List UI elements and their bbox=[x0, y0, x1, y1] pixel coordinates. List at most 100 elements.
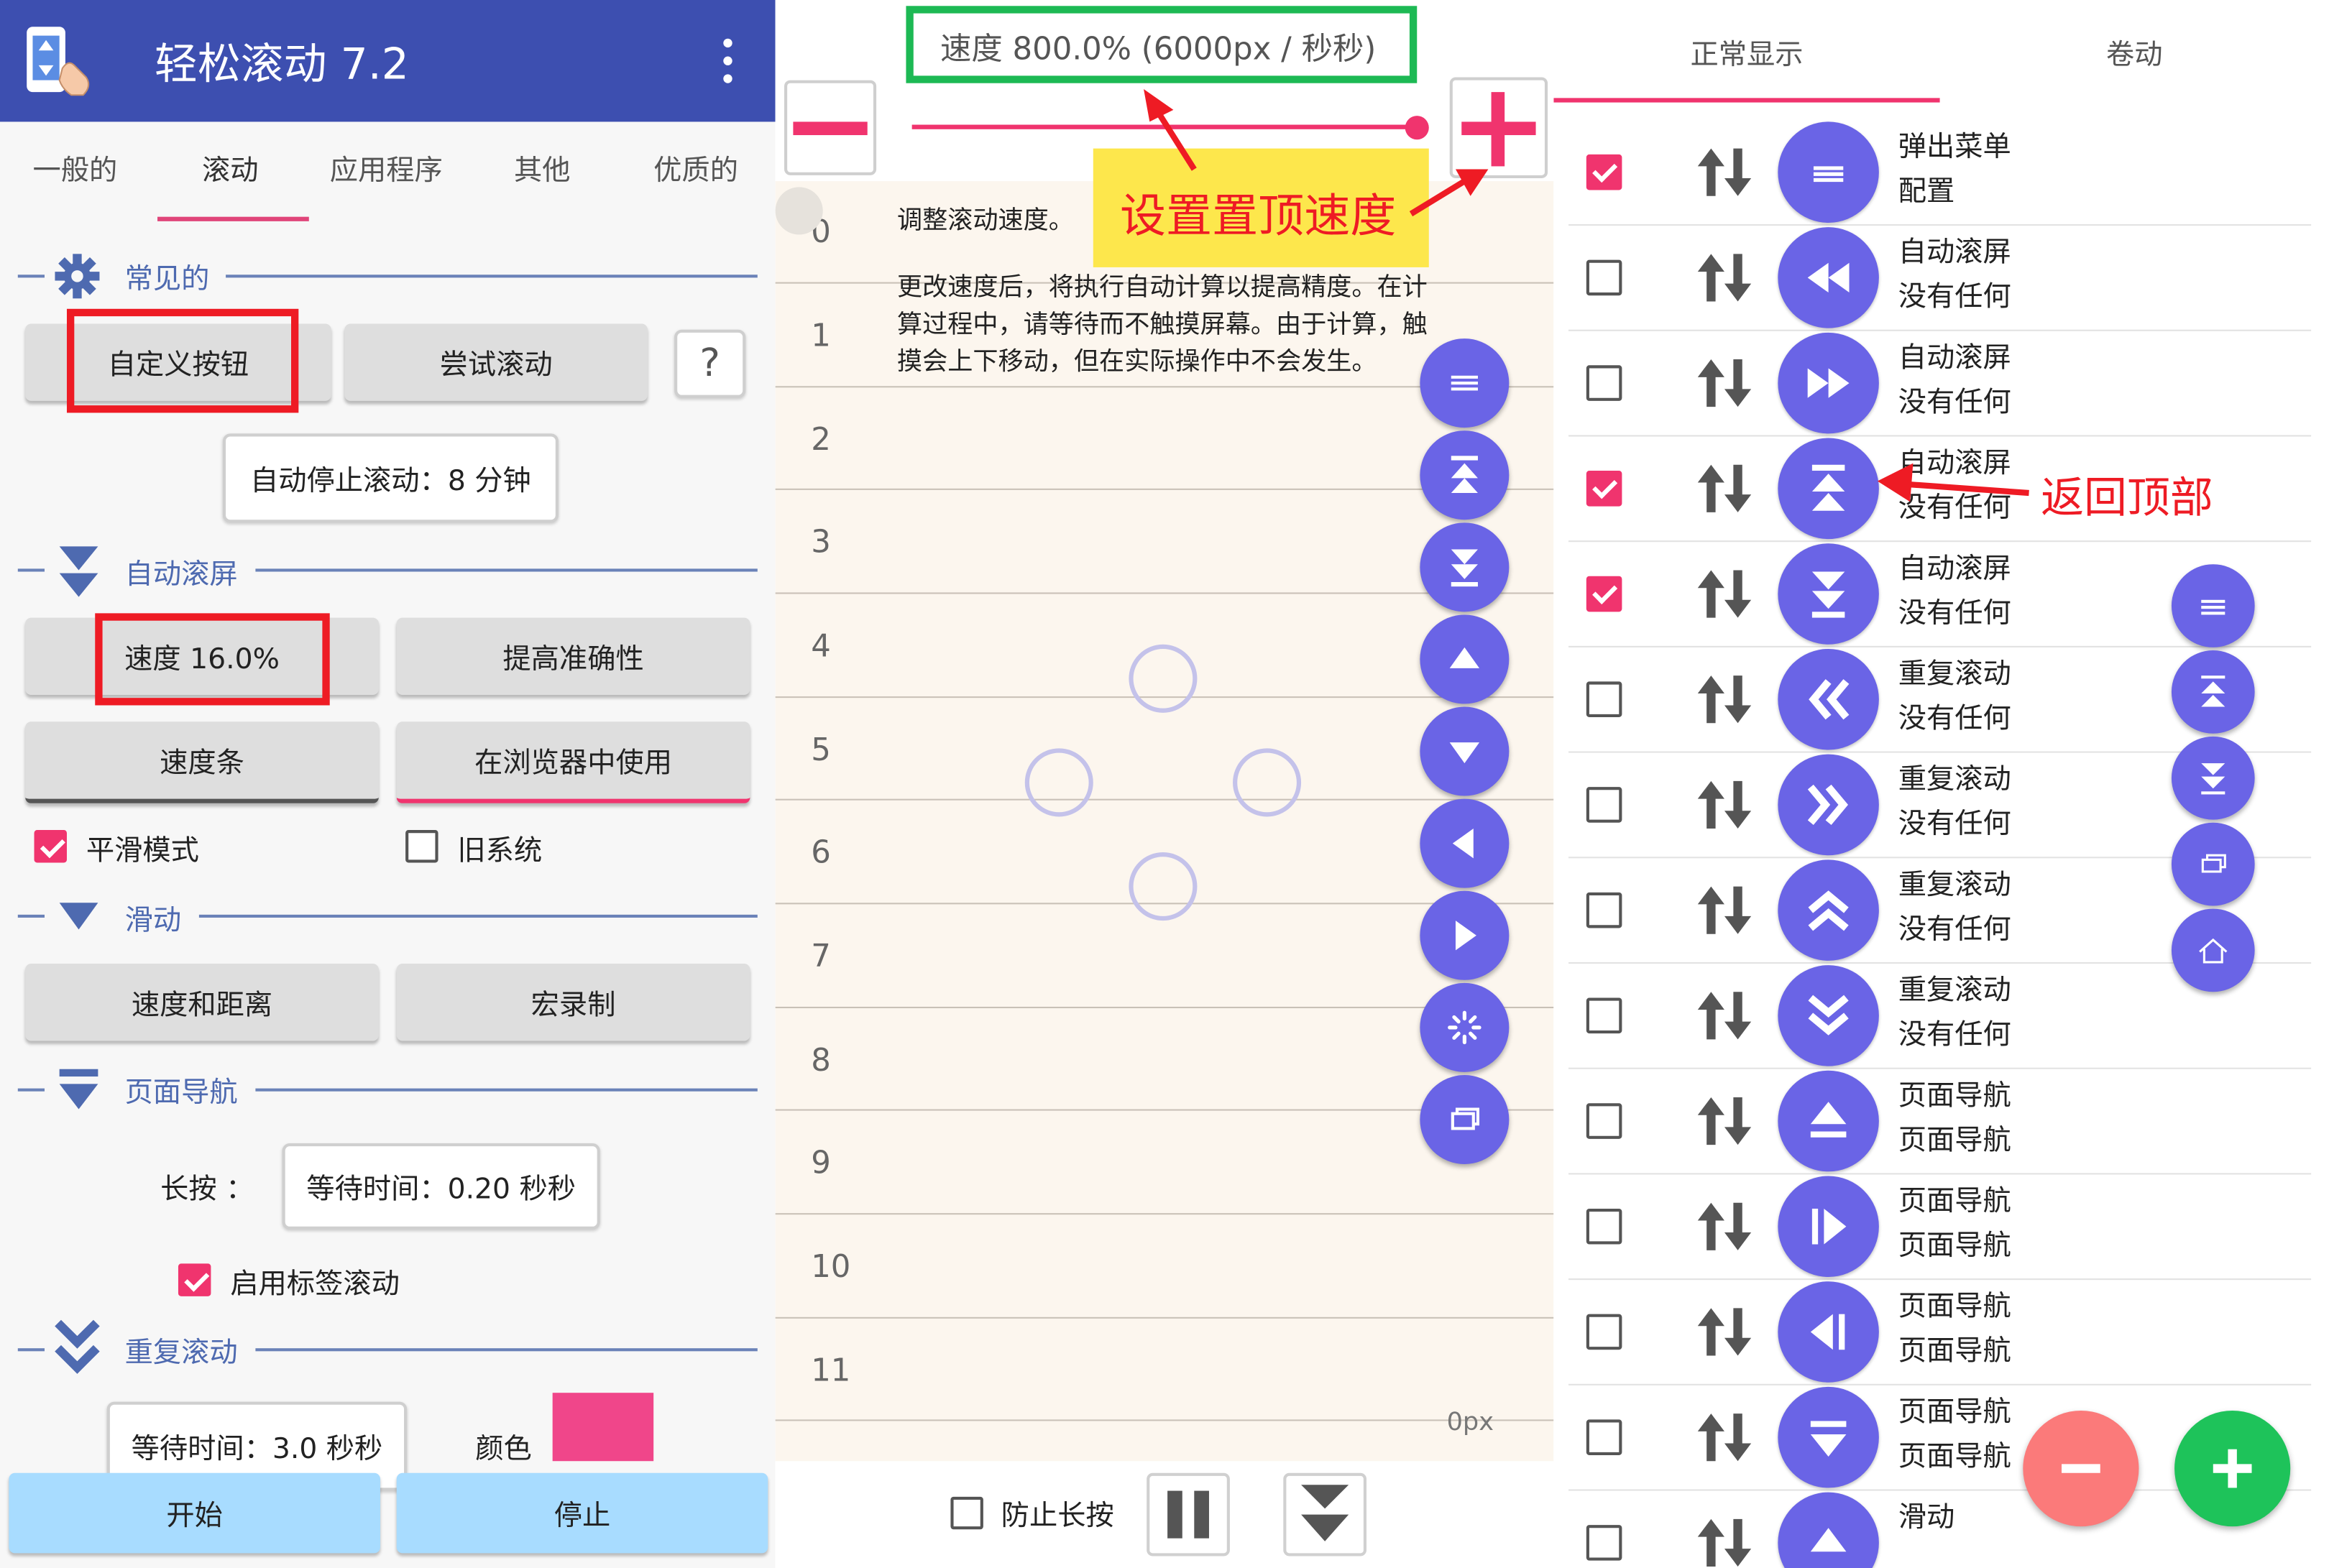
reorder-icon[interactable] bbox=[1696, 1094, 1753, 1148]
speed-bar-button[interactable]: 速度条 bbox=[25, 721, 379, 803]
row-number: 4 bbox=[811, 628, 831, 664]
floating-loading-button[interactable] bbox=[1420, 982, 1510, 1072]
row-enable-checkbox[interactable] bbox=[1586, 1208, 1622, 1245]
row-button-preview[interactable] bbox=[1778, 1281, 1879, 1383]
floating-down-button[interactable] bbox=[1420, 706, 1510, 796]
preview-home-button[interactable] bbox=[2171, 908, 2255, 992]
app-logo-icon bbox=[21, 24, 98, 101]
row-enable-checkbox[interactable] bbox=[1586, 1314, 1622, 1350]
row-button-preview[interactable] bbox=[1778, 965, 1879, 1066]
button-config-row[interactable]: 页面导航 页面导航 bbox=[1553, 1173, 2329, 1281]
floating-menu-button[interactable] bbox=[1420, 338, 1510, 428]
tab-premium[interactable]: 优质的 bbox=[653, 149, 738, 189]
row-button-preview[interactable] bbox=[1778, 648, 1879, 750]
row-button-preview[interactable] bbox=[1778, 438, 1879, 540]
row-enable-checkbox[interactable] bbox=[1586, 471, 1622, 507]
row-enable-checkbox[interactable] bbox=[1586, 1419, 1622, 1455]
row-enable-checkbox[interactable] bbox=[1586, 1103, 1622, 1139]
row-button-preview[interactable] bbox=[1778, 227, 1879, 328]
decrease-speed-button[interactable] bbox=[784, 80, 877, 175]
reorder-icon[interactable] bbox=[1696, 778, 1753, 831]
floating-left-button[interactable] bbox=[1420, 798, 1510, 888]
row-action-label: 页面导航 bbox=[1898, 1396, 2011, 1429]
reorder-icon[interactable] bbox=[1696, 356, 1753, 410]
tab-apps[interactable]: 应用程序 bbox=[330, 149, 443, 189]
reorder-icon[interactable] bbox=[1696, 1411, 1753, 1464]
speed-distance-button[interactable]: 速度和距离 bbox=[25, 964, 379, 1041]
floating-window-button[interactable] bbox=[1420, 1075, 1510, 1164]
start-button[interactable]: 开始 bbox=[9, 1472, 380, 1554]
reorder-icon[interactable] bbox=[1696, 462, 1753, 515]
page-prev-icon bbox=[1810, 1314, 1845, 1350]
row-button-preview[interactable] bbox=[1778, 1176, 1879, 1278]
add-button[interactable] bbox=[2174, 1410, 2291, 1527]
row-enable-checkbox[interactable] bbox=[1586, 154, 1622, 190]
wait-time-button[interactable]: 等待时间：0.20 秒秒 bbox=[282, 1143, 600, 1230]
reorder-icon[interactable] bbox=[1696, 673, 1753, 726]
row-enable-checkbox[interactable] bbox=[1586, 892, 1622, 928]
preview-window-button[interactable] bbox=[2171, 822, 2255, 906]
button-config-row[interactable]: 页面导航 页面导航 bbox=[1553, 1278, 2329, 1385]
floating-right-button[interactable] bbox=[1420, 890, 1510, 980]
tab-general[interactable]: 一般的 bbox=[32, 149, 117, 189]
reorder-icon[interactable] bbox=[1696, 989, 1753, 1042]
smooth-mode-checkbox[interactable] bbox=[34, 830, 67, 863]
preview-scroll-top-button[interactable] bbox=[2171, 650, 2255, 734]
row-enable-checkbox[interactable] bbox=[1586, 365, 1622, 401]
button-config-row[interactable]: 自动滚屏 没有任何 bbox=[1553, 224, 2329, 331]
pause-button[interactable] bbox=[1147, 1472, 1230, 1557]
row-button-preview[interactable] bbox=[1778, 1492, 1879, 1568]
enable-tab-scroll-checkbox[interactable] bbox=[178, 1263, 211, 1296]
prevent-long-press-checkbox[interactable] bbox=[950, 1496, 983, 1530]
reorder-icon[interactable] bbox=[1696, 145, 1753, 198]
button-config-row[interactable]: 弹出菜单 配置 bbox=[1553, 119, 2329, 226]
section-divider bbox=[255, 1088, 758, 1092]
reorder-icon[interactable] bbox=[1696, 1516, 1753, 1568]
floating-scroll-bottom-button[interactable] bbox=[1420, 522, 1510, 612]
reorder-icon[interactable] bbox=[1696, 567, 1753, 620]
overflow-menu-icon[interactable] bbox=[710, 36, 746, 86]
floating-scroll-top-button[interactable] bbox=[1420, 430, 1510, 520]
tab-scroll[interactable]: 滚动 bbox=[202, 149, 259, 189]
row-enable-checkbox[interactable] bbox=[1586, 259, 1622, 296]
stop-button[interactable]: 停止 bbox=[396, 1472, 768, 1554]
macro-record-button[interactable]: 宏录制 bbox=[396, 964, 750, 1041]
tab-other[interactable]: 其他 bbox=[514, 149, 571, 189]
row-label: 重复滚动 没有任何 bbox=[1898, 757, 2011, 847]
row-label: 页面导航 页面导航 bbox=[1898, 1074, 2011, 1163]
reorder-icon[interactable] bbox=[1696, 883, 1753, 936]
row-enable-checkbox[interactable] bbox=[1586, 1525, 1622, 1561]
floating-up-button[interactable] bbox=[1420, 614, 1510, 704]
row-subaction-label: 没有任何 bbox=[1898, 596, 2011, 630]
row-button-preview[interactable] bbox=[1778, 121, 1879, 223]
row-button-preview[interactable] bbox=[1778, 754, 1879, 856]
row-enable-checkbox[interactable] bbox=[1586, 997, 1622, 1034]
row-enable-checkbox[interactable] bbox=[1586, 787, 1622, 823]
preview-menu-button[interactable] bbox=[2171, 564, 2255, 647]
row-action-label: 页面导航 bbox=[1898, 1184, 2011, 1218]
row-enable-checkbox[interactable] bbox=[1586, 576, 1622, 612]
reorder-icon[interactable] bbox=[1696, 1305, 1753, 1358]
button-config-row[interactable]: 自动滚屏 没有任何 bbox=[1553, 330, 2329, 437]
reorder-icon[interactable] bbox=[1696, 1200, 1753, 1253]
scroll-down-button[interactable] bbox=[1283, 1472, 1366, 1557]
accuracy-button[interactable]: 提高准确性 bbox=[396, 617, 750, 696]
row-button-preview[interactable] bbox=[1778, 859, 1879, 961]
remove-button[interactable] bbox=[2023, 1410, 2139, 1527]
slider-thumb[interactable] bbox=[1405, 116, 1429, 140]
auto-stop-button[interactable]: 自动停止滚动：8 分钟 bbox=[222, 433, 559, 523]
reorder-icon[interactable] bbox=[1696, 251, 1753, 304]
row-button-preview[interactable] bbox=[1778, 543, 1879, 645]
preview-scroll-bottom-button[interactable] bbox=[2171, 736, 2255, 820]
row-label: 重复滚动 没有任何 bbox=[1898, 652, 2011, 741]
try-scroll-button[interactable]: 尝试滚动 bbox=[344, 323, 648, 401]
row-button-preview[interactable] bbox=[1778, 1070, 1879, 1172]
use-in-browser-button[interactable]: 在浏览器中使用 bbox=[396, 721, 750, 803]
row-button-preview[interactable] bbox=[1778, 332, 1879, 434]
old-system-checkbox[interactable] bbox=[405, 830, 438, 863]
color-swatch[interactable] bbox=[552, 1393, 654, 1462]
help-button[interactable]: ? bbox=[674, 329, 746, 398]
button-config-row[interactable]: 页面导航 页面导航 bbox=[1553, 1068, 2329, 1175]
row-button-preview[interactable] bbox=[1778, 1386, 1879, 1488]
row-enable-checkbox[interactable] bbox=[1586, 681, 1622, 718]
